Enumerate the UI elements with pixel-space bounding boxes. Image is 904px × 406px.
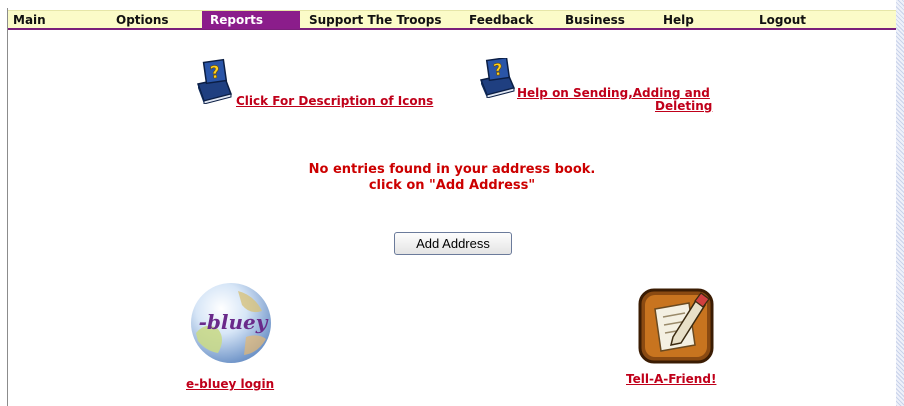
svg-text:-bluey: -bluey — [199, 310, 269, 334]
add-address-button[interactable]: Add Address — [394, 232, 512, 255]
empty-address-book-message: No entries found in your address book. — [308, 162, 596, 177]
sending-help-link-line1[interactable]: Help on Sending,Adding and — [517, 86, 710, 100]
left-frame-border — [7, 8, 8, 406]
help-book-icon[interactable]: ? — [195, 58, 233, 104]
right-scrollbar-track[interactable] — [896, 0, 904, 406]
nav-options[interactable]: Options — [116, 11, 169, 29]
ebluey-login-link[interactable]: e-bluey login — [186, 377, 274, 391]
help-book-icon[interactable]: ? — [478, 58, 516, 98]
nav-main[interactable]: Main — [13, 11, 73, 29]
nav-feedback[interactable]: Feedback — [469, 11, 533, 29]
ebluey-logo[interactable]: -bluey — [188, 281, 274, 365]
nav-help[interactable]: Help — [663, 11, 694, 29]
icons-description-link[interactable]: Click For Description of Icons — [236, 94, 433, 108]
nav-logout[interactable]: Logout — [759, 11, 806, 29]
top-nav-bar: Main Options Reports Support The Troops … — [8, 10, 896, 30]
tell-a-friend-icon[interactable] — [637, 287, 715, 367]
nav-reports[interactable]: Reports — [202, 11, 300, 29]
sending-help-link-line2[interactable]: Deleting — [655, 99, 712, 113]
tell-a-friend-link[interactable]: Tell-A-Friend! — [626, 372, 716, 386]
nav-support-the-troops[interactable]: Support The Troops — [309, 11, 442, 29]
add-address-instruction: click on "Add Address" — [368, 178, 536, 193]
nav-business[interactable]: Business — [565, 11, 625, 29]
